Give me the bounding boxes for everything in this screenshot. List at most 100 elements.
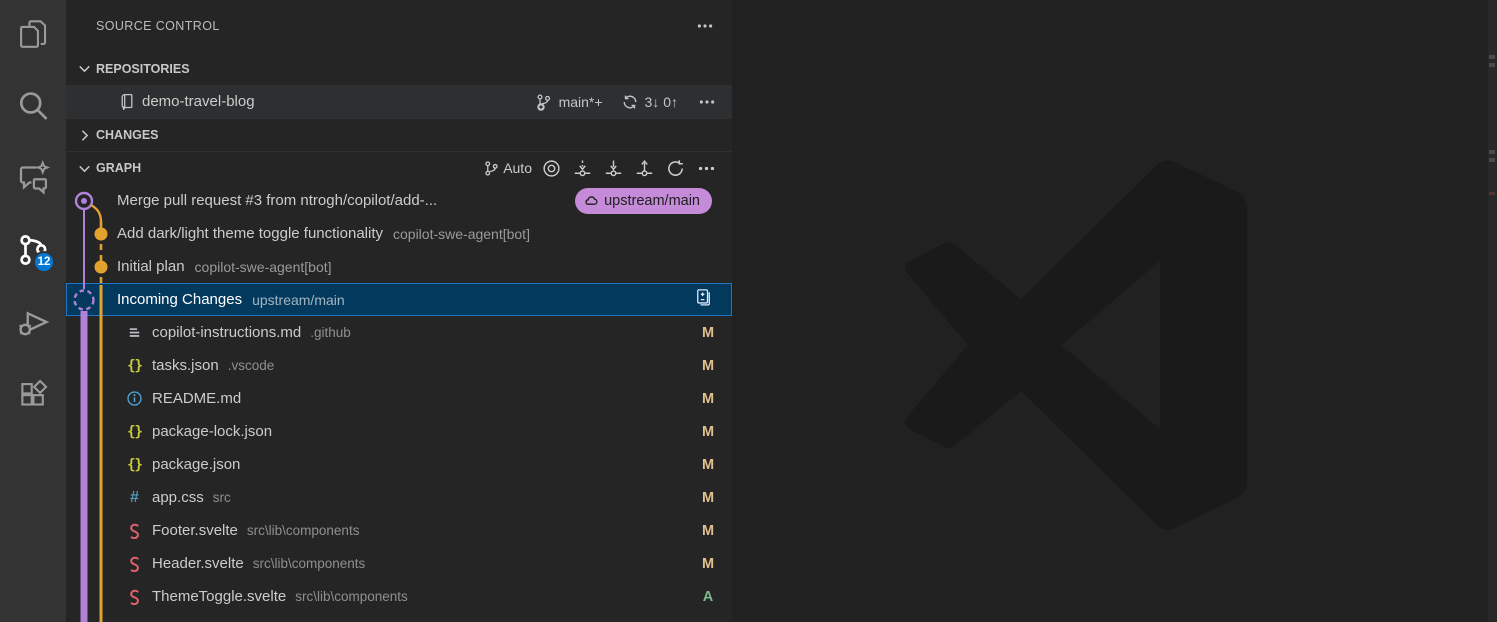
auto-label: Auto	[503, 160, 532, 176]
diff-multiple-icon	[693, 288, 712, 307]
graph-list: Merge pull request #3 from ntrogh/copilo…	[66, 184, 732, 613]
commit-row-theme-toggle[interactable]: Add dark/light theme toggle functionalit…	[66, 217, 732, 250]
json-icon: {}	[125, 422, 144, 441]
file-name: app.css	[152, 489, 204, 506]
minimap-scrollbar[interactable]	[1488, 0, 1497, 622]
repo-more-button[interactable]	[696, 91, 718, 113]
editor-area	[732, 0, 1497, 622]
file-name: Header.svelte	[152, 555, 244, 572]
file-row[interactable]: README.md M	[66, 382, 732, 415]
status-badge: M	[699, 556, 717, 572]
panel-header: SOURCE CONTROL	[66, 0, 732, 52]
pull-button[interactable]	[601, 156, 625, 180]
chat-sparkle-icon	[15, 160, 51, 201]
file-name: package-lock.json	[152, 423, 272, 440]
markdown-icon	[125, 323, 144, 342]
activity-extensions[interactable]	[0, 360, 66, 432]
status-badge: M	[699, 457, 717, 473]
file-row[interactable]: ThemeToggle.svelte src\lib\components A	[66, 580, 732, 613]
vscode-window: 12 SOURCE CO	[0, 0, 1497, 622]
status-badge: M	[699, 391, 717, 407]
activity-run-debug[interactable]	[0, 288, 66, 360]
source-control-sidebar: SOURCE CONTROL REPOSITORIES demo-travel-…	[66, 0, 732, 622]
chevron-down-icon	[76, 60, 93, 77]
repo-icon	[118, 93, 135, 110]
extensions-icon	[16, 377, 50, 416]
json-icon: {}	[125, 356, 144, 375]
git-push-icon	[635, 159, 654, 178]
activity-source-control[interactable]: 12	[0, 216, 66, 288]
status-badge: M	[699, 358, 717, 374]
repository-row[interactable]: demo-travel-blog main*+ 3↓ 0↑	[66, 85, 732, 118]
section-graph[interactable]: GRAPH Auto	[66, 151, 732, 184]
target-icon	[542, 159, 561, 178]
panel-title: SOURCE CONTROL	[96, 19, 694, 33]
branch-name[interactable]: main*+	[559, 94, 603, 110]
commit-title: Add dark/light theme toggle functionalit…	[117, 225, 383, 242]
commit-row-merge[interactable]: Merge pull request #3 from ntrogh/copilo…	[66, 184, 732, 217]
upstream-ref-badge[interactable]: upstream/main	[575, 188, 712, 214]
run-debug-icon	[15, 304, 51, 345]
incoming-changes-ref: upstream/main	[252, 292, 345, 308]
activity-search[interactable]	[0, 72, 66, 144]
file-name: Footer.svelte	[152, 522, 238, 539]
search-icon	[15, 88, 51, 129]
graph-more-button[interactable]	[694, 156, 718, 180]
graph-auto-toggle[interactable]: Auto	[483, 160, 532, 177]
chevron-right-icon	[76, 127, 93, 144]
file-path: .vscode	[228, 358, 275, 373]
file-row[interactable]: copilot-instructions.md .github M	[66, 316, 732, 349]
more-actions-button[interactable]	[694, 15, 716, 37]
graph-label: GRAPH	[96, 161, 141, 175]
status-badge: M	[699, 325, 717, 341]
activity-copilot-chat[interactable]	[0, 144, 66, 216]
css-icon: #	[125, 488, 144, 507]
git-pull-icon	[604, 159, 623, 178]
git-fetch-icon	[573, 159, 592, 178]
push-button[interactable]	[632, 156, 656, 180]
file-row[interactable]: {} package-lock.json M	[66, 415, 732, 448]
file-row[interactable]: # app.css src M	[66, 481, 732, 514]
file-name: ThemeToggle.svelte	[152, 588, 286, 605]
refresh-button[interactable]	[663, 156, 687, 180]
ref-badge-label: upstream/main	[604, 193, 700, 209]
graph-toolbar: Auto	[483, 156, 718, 180]
file-row[interactable]: {} tasks.json .vscode M	[66, 349, 732, 382]
ellipsis-icon	[696, 17, 714, 35]
commit-author: copilot-swe-agent[bot]	[393, 226, 530, 242]
svelte-icon	[125, 587, 144, 606]
status-badge: M	[699, 424, 717, 440]
info-icon	[125, 389, 144, 408]
fetch-button[interactable]	[570, 156, 594, 180]
refresh-icon	[666, 159, 685, 178]
file-name: README.md	[152, 390, 241, 407]
sync-counts[interactable]: 3↓ 0↑	[645, 94, 678, 110]
chevron-down-icon	[76, 160, 93, 177]
file-path: .github	[310, 325, 351, 340]
commit-author: copilot-swe-agent[bot]	[195, 259, 332, 275]
status-badge: M	[699, 523, 717, 539]
file-row[interactable]: Header.svelte src\lib\components M	[66, 547, 732, 580]
git-branch-icon	[483, 160, 500, 177]
ellipsis-icon	[698, 93, 716, 111]
branch-create-icon[interactable]	[535, 93, 553, 111]
section-changes[interactable]: CHANGES	[66, 118, 732, 151]
vscode-logo-watermark	[892, 150, 1262, 540]
file-path: src	[213, 490, 231, 505]
scope-to-target-button[interactable]	[539, 156, 563, 180]
repositories-label: REPOSITORIES	[96, 62, 190, 76]
commit-row-initial-plan[interactable]: Initial plan copilot-swe-agent[bot]	[66, 250, 732, 283]
file-row[interactable]: Footer.svelte src\lib\components M	[66, 514, 732, 547]
view-all-changes-button[interactable]	[693, 288, 712, 311]
incoming-changes-row[interactable]: Incoming Changes upstream/main	[66, 283, 732, 316]
repository-name: demo-travel-blog	[142, 93, 535, 110]
status-badge: M	[699, 490, 717, 506]
sync-icon[interactable]	[621, 93, 639, 111]
section-repositories[interactable]: REPOSITORIES	[66, 52, 732, 85]
svelte-icon	[125, 554, 144, 573]
svelte-icon	[125, 521, 144, 540]
ellipsis-icon	[697, 159, 716, 178]
file-row[interactable]: {} package.json M	[66, 448, 732, 481]
incoming-changes-label: Incoming Changes	[117, 291, 242, 308]
activity-explorer[interactable]	[0, 0, 66, 72]
